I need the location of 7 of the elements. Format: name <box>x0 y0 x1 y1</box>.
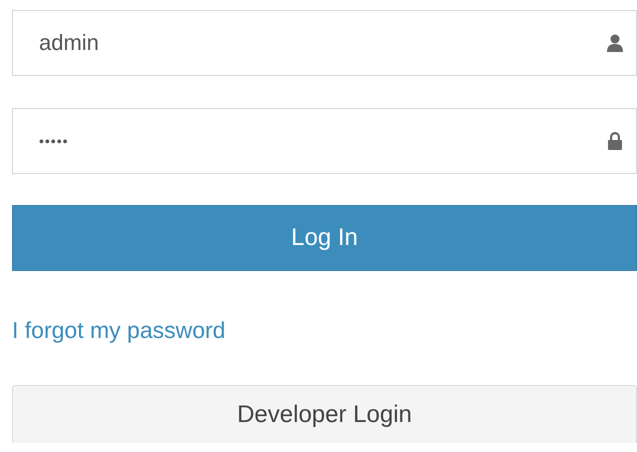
user-icon <box>605 33 625 53</box>
password-field[interactable]: ••••• <box>12 108 637 174</box>
lock-icon <box>605 131 625 151</box>
forgot-password-link[interactable]: I forgot my password <box>12 315 226 345</box>
username-field[interactable]: admin <box>12 10 637 76</box>
developer-login-button[interactable]: Developer Login <box>12 385 637 443</box>
login-button[interactable]: Log In <box>12 205 637 271</box>
